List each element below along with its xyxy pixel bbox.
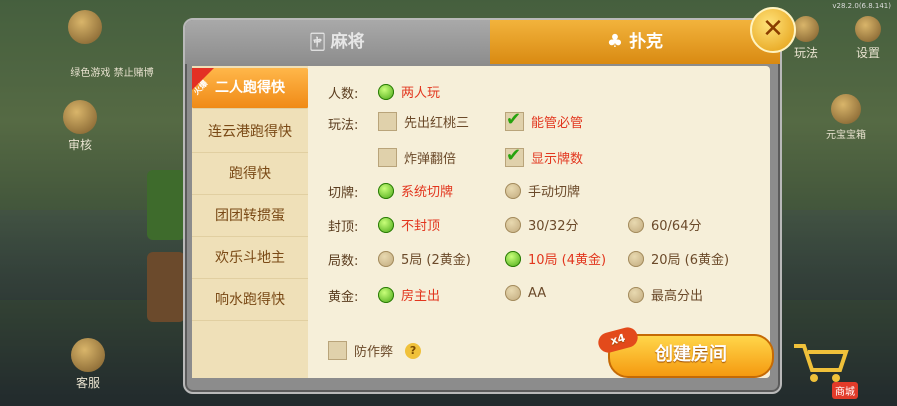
rounds-20-option[interactable]: 20局 (6黄金): [628, 249, 729, 268]
radio-icon: [628, 286, 644, 303]
rules-label: 玩法:: [328, 118, 359, 133]
treasure-chest[interactable]: 元宝宝箱: [818, 94, 874, 141]
close-icon: ✕: [762, 14, 784, 44]
radio-selected-icon: [378, 182, 394, 199]
game-type-tabs: 🀄︎ 麻将 ♣ 扑克: [185, 20, 780, 64]
game-item[interactable]: 火爆 二人跑得快: [192, 68, 308, 109]
options-panel: 火爆 二人跑得快 连云港跑得快 跑得快 团团转掼蛋 欢乐斗地主 响水跑得快 人数…: [192, 66, 774, 378]
checkbox-checked-icon: [505, 145, 524, 167]
checkbox-icon: [328, 341, 347, 360]
option-label: 炸弹翻倍: [404, 152, 457, 167]
option-label: 显示牌数: [531, 152, 584, 167]
rule-bomb-double-option[interactable]: 炸弹翻倍: [378, 148, 456, 167]
game-list: 火爆 二人跑得快 连云港跑得快 跑得快 团团转掼蛋 欢乐斗地主 响水跑得快: [192, 66, 308, 378]
gold-aa-option[interactable]: AA: [505, 285, 546, 301]
option-label: 60/64分: [651, 219, 702, 234]
option-label: 10局 (4黄金): [528, 253, 607, 268]
help-icon[interactable]: ?: [405, 342, 422, 359]
close-button[interactable]: ✕: [750, 7, 796, 53]
join-room-tile[interactable]: [147, 252, 185, 322]
rounds-5-option[interactable]: 5局 (2黄金): [378, 249, 471, 268]
anticheat-option[interactable]: 防作弊 ?: [328, 341, 422, 360]
create-room-button[interactable]: x4 创建房间: [596, 325, 774, 378]
rounds-label: 局数:: [328, 254, 359, 269]
tab-mahjong[interactable]: 🀄︎ 麻将: [185, 20, 490, 64]
customer-service-label: 客服: [75, 376, 100, 390]
rule-must-beat-option[interactable]: 能管必管: [505, 109, 584, 131]
settings-button[interactable]: 设置: [848, 16, 888, 61]
gold-highest-option[interactable]: 最高分出: [628, 285, 703, 304]
radio-icon: [505, 216, 521, 233]
rule-heart-three-option[interactable]: 先出红桃三: [378, 112, 469, 131]
game-item[interactable]: 欢乐斗地主: [192, 238, 308, 279]
radio-icon: [505, 182, 521, 199]
game-item[interactable]: 团团转掼蛋: [192, 196, 308, 237]
deal-system-option[interactable]: 系统切牌: [378, 181, 453, 200]
cap-label: 封顶:: [328, 220, 359, 235]
option-label: 房主出: [401, 289, 441, 304]
gold-label: 黄金:: [328, 290, 359, 305]
option-label: 先出红桃三: [404, 116, 470, 131]
checkbox-icon: [378, 148, 397, 167]
option-label: 20局 (6黄金): [651, 253, 730, 268]
radio-icon: [628, 250, 644, 267]
option-label: 5局 (2黄金): [401, 253, 471, 268]
option-label: 系统切牌: [401, 185, 454, 200]
options-area: 人数: 两人玩 玩法: 先出红桃三 能管必管 炸弹翻倍 显示牌数 切牌: 系统切…: [308, 66, 774, 378]
radio-selected-icon: [378, 286, 394, 303]
option-label: 两人玩: [401, 86, 441, 101]
radio-icon: [505, 285, 521, 301]
treasure-label: 元宝宝箱: [826, 130, 866, 141]
radio-selected-icon: [505, 250, 521, 267]
create-room-dialog: 🀄︎ 麻将 ♣ 扑克 火爆 二人跑得快 连云港跑得快 跑得快 团团转掼蛋 欢乐斗地主…: [183, 18, 782, 394]
players-two-option[interactable]: 两人玩: [378, 82, 440, 101]
radio-selected-icon: [378, 83, 394, 100]
option-label: 不封顶: [401, 219, 441, 234]
game-item-label: 二人跑得快: [215, 80, 285, 96]
version-label: v28.2.0(6.8.141): [832, 2, 891, 10]
cap-60-option[interactable]: 60/64分: [628, 215, 701, 234]
tab-poker[interactable]: ♣ 扑克: [490, 20, 780, 64]
option-label: 最高分出: [651, 289, 704, 304]
cap-30-option[interactable]: 30/32分: [505, 215, 578, 234]
shop-cart-icon[interactable]: [790, 340, 860, 388]
cap-none-option[interactable]: 不封顶: [378, 215, 440, 234]
game-item[interactable]: 响水跑得快: [192, 280, 308, 321]
radio-selected-icon: [378, 216, 394, 233]
radio-icon: [628, 216, 644, 233]
shop-label: 商城: [832, 382, 858, 399]
tab-poker-label: 扑克: [629, 32, 664, 52]
game-item[interactable]: 连云港跑得快: [192, 112, 308, 153]
option-label: 能管必管: [531, 116, 584, 131]
rules-label: 玩法: [793, 46, 818, 60]
customer-service-button[interactable]: 客服: [64, 338, 112, 391]
deal-manual-option[interactable]: 手动切牌: [505, 181, 580, 200]
rounds-10-option[interactable]: 10局 (4黄金): [505, 249, 606, 268]
tab-mahjong-label: 麻将: [330, 32, 365, 52]
avatar[interactable]: [55, 10, 115, 46]
players-label: 人数:: [328, 87, 359, 102]
gold-owner-option[interactable]: 房主出: [378, 285, 440, 304]
gold-cost-badge: x4: [596, 325, 640, 355]
radio-icon: [378, 250, 394, 267]
option-label: 防作弊: [354, 345, 394, 360]
option-label: AA: [528, 285, 547, 301]
mahjong-icon: 🀄︎: [310, 31, 325, 52]
review-label: 审核: [67, 138, 92, 152]
option-label: 30/32分: [528, 219, 579, 234]
create-room-tile[interactable]: [147, 170, 185, 240]
club-icon: ♣: [606, 31, 624, 52]
deal-label: 切牌:: [328, 186, 359, 201]
settings-label: 设置: [855, 46, 880, 60]
green-game-notice: 绿色游戏 禁止赌博: [70, 68, 154, 79]
option-label: 手动切牌: [528, 185, 581, 200]
checkbox-checked-icon: [505, 109, 524, 131]
review-button[interactable]: 审核: [60, 100, 100, 153]
game-item[interactable]: 跑得快: [192, 154, 308, 195]
rule-show-cards-option[interactable]: 显示牌数: [505, 145, 584, 167]
checkbox-icon: [378, 112, 397, 131]
create-room-label: 创建房间: [655, 344, 727, 365]
